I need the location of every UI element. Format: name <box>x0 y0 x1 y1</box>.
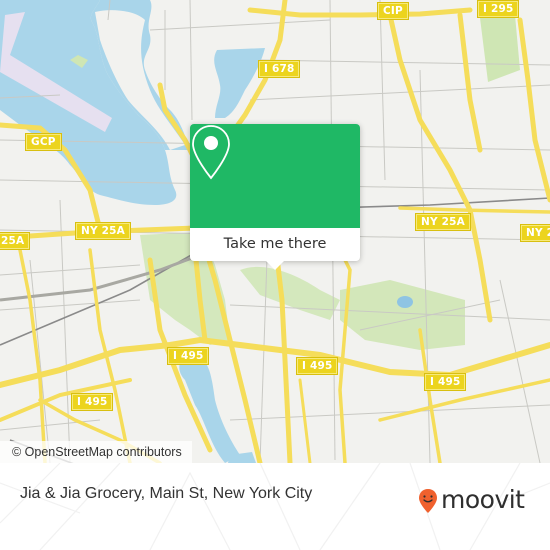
road-label-ny25a-east: NY 25A <box>415 213 471 231</box>
map-view[interactable]: GCP CIP I 295 I 678 25A NY 25A NY 25A NY… <box>0 0 550 463</box>
inlet-water <box>214 48 265 118</box>
road-label-ny25a-west: 25A <box>0 232 31 250</box>
road-label-i495-west: I 495 <box>70 393 114 411</box>
cunningham-park <box>480 15 520 82</box>
moovit-smiley-pin-icon <box>419 489 437 513</box>
place-title: Jia & Jia Grocery, Main St, New York Cit… <box>20 485 313 502</box>
road-label-i495-mid: I 495 <box>295 357 339 375</box>
road-label-ny25a-center: NY 25A <box>75 222 131 240</box>
footer-bar: Jia & Jia Grocery, Main St, New York Cit… <box>0 463 550 550</box>
road-label-gcp: GCP <box>25 133 62 151</box>
road-label-i495-park: I 495 <box>166 347 210 365</box>
popup-pointer <box>266 261 284 270</box>
moovit-wordmark: moovit <box>441 485 525 514</box>
popup-header <box>190 124 360 228</box>
road-label-ny25a-far-east: NY 2 <box>519 224 550 242</box>
location-popup: Take me there <box>190 124 360 270</box>
road-label-i678: I 678 <box>257 60 301 78</box>
take-me-there-button[interactable]: Take me there <box>190 228 360 261</box>
osm-attribution-link[interactable]: © OpenStreetMap contributors <box>0 441 192 463</box>
road-label-i295: I 295 <box>476 0 520 18</box>
kissena-pond <box>397 296 413 308</box>
road-label-i495-east: I 495 <box>423 373 467 391</box>
kissena-park-west <box>240 266 340 320</box>
road-label-cip: CIP <box>377 2 409 20</box>
location-pin-icon <box>192 125 230 180</box>
